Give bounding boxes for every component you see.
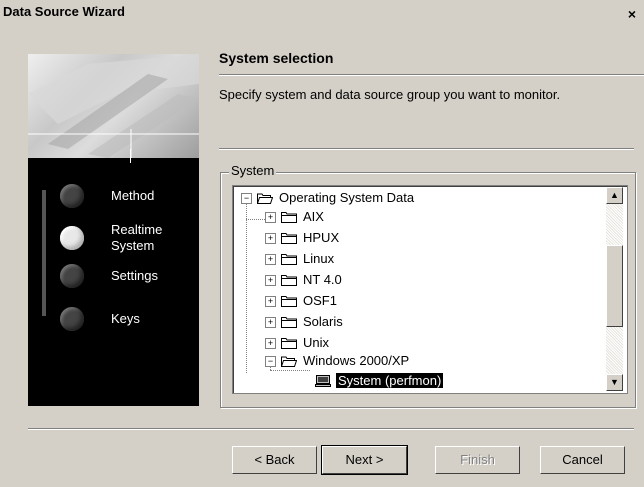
tree-node-label: NT 4.0 [303, 272, 342, 287]
tree-node-label: Solaris [303, 314, 343, 329]
folder-icon [281, 275, 297, 286]
finish-button[interactable]: Finish [435, 446, 520, 474]
back-button[interactable]: < Back [232, 446, 317, 474]
folder-open-icon [281, 356, 297, 367]
expand-icon[interactable]: + [265, 317, 276, 328]
tree-scrollbar[interactable]: ▲ ▼ [606, 187, 623, 391]
expand-icon[interactable]: + [265, 296, 276, 307]
step-bullet-active-icon [60, 226, 84, 250]
page-description: Specify system and data source group you… [219, 87, 561, 102]
step-bullet-icon [60, 264, 84, 288]
system-groupbox-label: System [229, 163, 277, 178]
wizard-window: Data Source Wizard × Method Realtime Sys… [0, 0, 644, 487]
title-bar[interactable]: Data Source Wizard × [0, 0, 644, 28]
step-label: Realtime System [111, 222, 163, 253]
step-label: Method [111, 188, 155, 203]
tree-connector [246, 219, 265, 220]
folder-icon [281, 212, 297, 223]
computer-icon [315, 375, 331, 387]
tree-node-label: Operating System Data [279, 190, 415, 205]
scroll-down-icon[interactable]: ▼ [606, 374, 623, 391]
tree-node-windows[interactable]: − Windows 2000/XP [233, 351, 613, 371]
step-realtime-system: Realtime System [28, 222, 199, 262]
expand-icon[interactable]: + [265, 233, 276, 244]
header-divider [219, 74, 644, 76]
expand-icon[interactable]: + [265, 254, 276, 265]
folder-icon [281, 338, 297, 349]
step-bullet-icon [60, 184, 84, 208]
step-keys: Keys [28, 307, 199, 347]
section-divider [219, 148, 634, 150]
banner-tick [130, 149, 131, 163]
expand-icon[interactable]: + [265, 338, 276, 349]
cancel-button[interactable]: Cancel [540, 446, 625, 474]
footer-divider [28, 428, 634, 430]
scroll-thumb[interactable] [606, 245, 623, 327]
side-banner-image [28, 54, 199, 158]
system-tree[interactable]: − Operating System Data + AIX + HPUX + L… [232, 185, 628, 394]
tree-node-osf1[interactable]: + OSF1 [233, 291, 613, 311]
folder-icon [281, 296, 297, 307]
tree-node-label: Unix [303, 335, 330, 350]
folder-icon [281, 233, 297, 244]
collapse-icon[interactable]: − [265, 356, 276, 367]
step-label: Settings [111, 268, 158, 283]
expand-icon[interactable]: + [265, 212, 276, 223]
tree-node-solaris[interactable]: + Solaris [233, 312, 613, 332]
tree-node-label: HPUX [303, 230, 340, 245]
tree-node-label: Windows 2000/XP [303, 353, 410, 368]
expand-icon[interactable]: + [265, 275, 276, 286]
tree-node-aix[interactable]: + AIX [233, 207, 613, 227]
step-method: Method [28, 184, 199, 224]
tree-node-unix[interactable]: + Unix [233, 333, 613, 353]
collapse-icon[interactable]: − [241, 193, 252, 204]
close-icon[interactable]: × [624, 6, 640, 22]
tree-node-label: Linux [303, 251, 335, 266]
tree-node-system-perfmon[interactable]: System (perfmon) [233, 371, 613, 391]
window-title: Data Source Wizard [3, 4, 125, 19]
page-title: System selection [219, 50, 334, 66]
step-label: Keys [111, 311, 140, 326]
tree-node-root[interactable]: − Operating System Data [233, 188, 613, 208]
folder-open-icon [257, 193, 273, 204]
scroll-up-icon[interactable]: ▲ [606, 187, 623, 204]
tree-node-hpux[interactable]: + HPUX [233, 228, 613, 248]
tree-node-label: AIX [303, 209, 324, 224]
tree-node-nt4[interactable]: + NT 4.0 [233, 270, 613, 290]
tree-node-label: OSF1 [303, 293, 337, 308]
step-bullet-icon [60, 307, 84, 331]
step-settings: Settings [28, 264, 199, 304]
tree-node-linux[interactable]: + Linux [233, 249, 613, 269]
tree-node-label-selected: System (perfmon) [334, 372, 445, 389]
folder-icon [281, 254, 297, 265]
folder-icon [281, 317, 297, 328]
next-button[interactable]: Next > [321, 445, 408, 475]
